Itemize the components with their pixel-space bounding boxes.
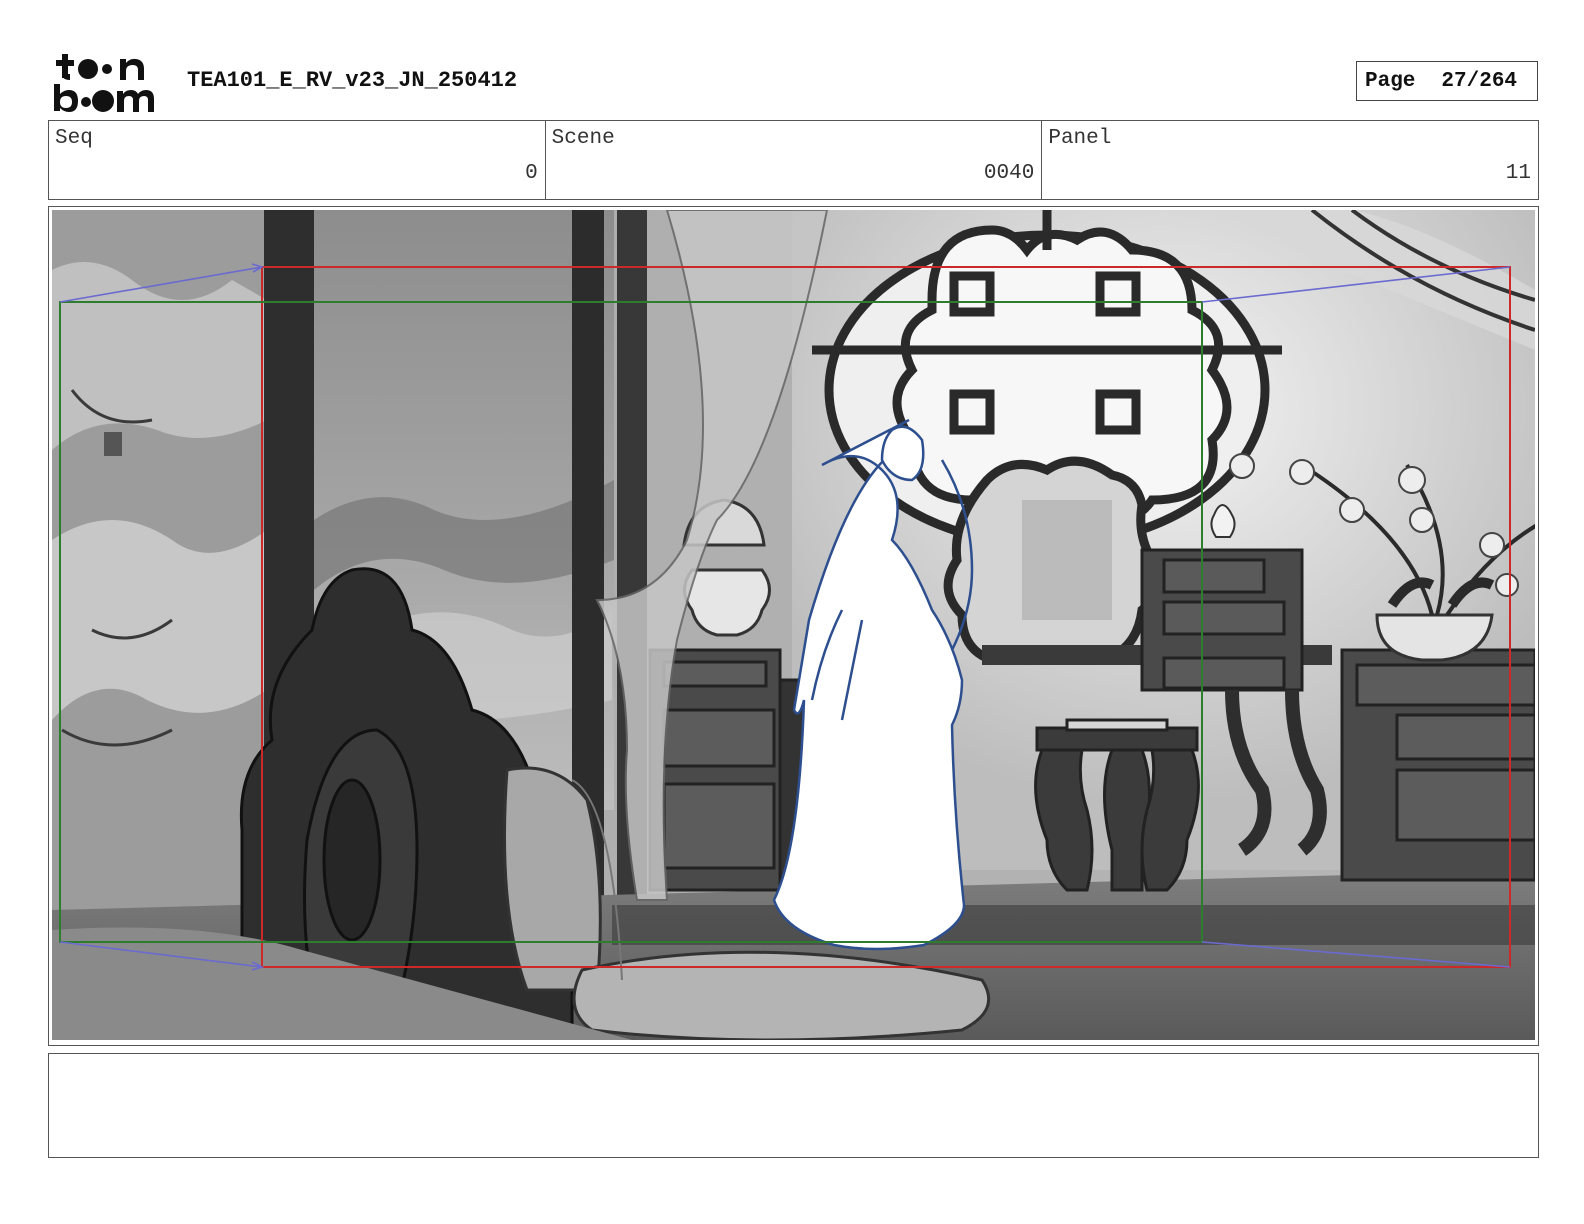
scene-value: 0040 <box>983 162 1035 185</box>
storyboard-panel-image <box>52 210 1535 1040</box>
seq-label: Seq <box>55 127 93 150</box>
page-number: 27/264 <box>1441 69 1518 93</box>
panel-notes-box <box>48 1053 1539 1158</box>
seq-cell: Seq 0 <box>49 121 546 199</box>
shot-info-row: Seq 0 Scene 0040 Panel 11 <box>48 120 1539 200</box>
panel-cell: Panel 11 <box>1042 121 1538 199</box>
toon-boom-logo <box>50 50 166 114</box>
panel-label: Panel <box>1048 127 1112 150</box>
stool <box>1034 718 1200 892</box>
seq-value: 0 <box>525 162 538 185</box>
document-title: TEA101_E_RV_v23_JN_250412 <box>187 68 518 93</box>
page-indicator: Page 27/264 <box>1356 61 1538 101</box>
panel-value: 11 <box>1505 162 1532 185</box>
scene-cell: Scene 0040 <box>546 121 1043 199</box>
page-label: Page <box>1365 69 1416 93</box>
scene-label: Scene <box>551 127 615 150</box>
right-cabinet <box>1340 648 1535 882</box>
